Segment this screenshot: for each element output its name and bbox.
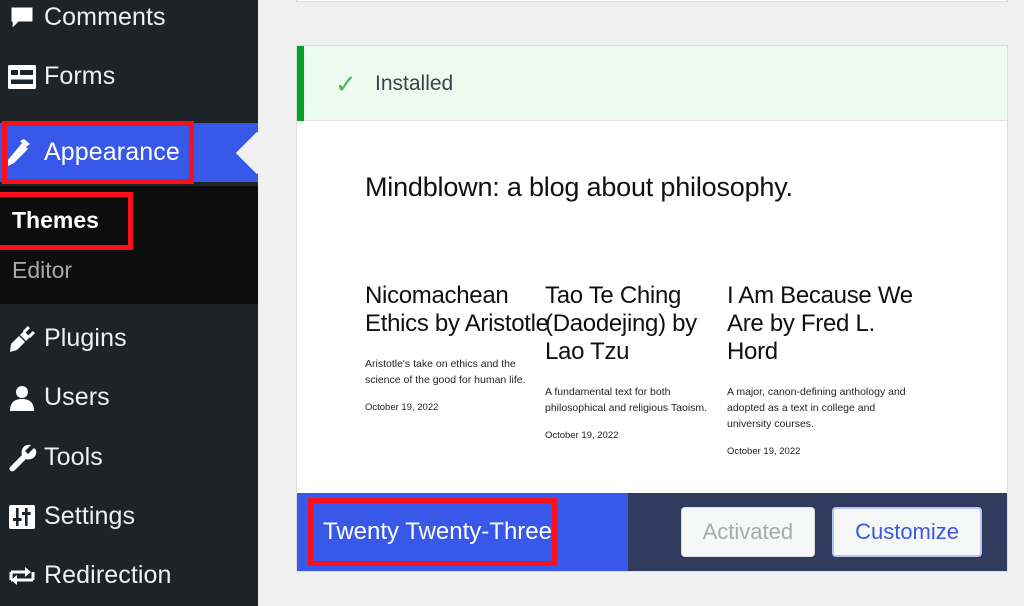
sidebar-item-label: Redirection [44, 561, 172, 589]
activated-button[interactable]: Activated [680, 507, 816, 557]
theme-actions-zone: Activated Customize [628, 493, 1007, 571]
sidebar-item-label: Settings [44, 502, 136, 530]
sidebar-item-label: Tools [44, 443, 103, 471]
screen-root: Comments Forms Appearance Themes Editor … [0, 0, 1024, 606]
preview-post-title: Nicomachean Ethics by Aristotle [365, 282, 549, 337]
preview-post-date: October 19, 2022 [727, 446, 801, 457]
submenu-item-editor[interactable]: Editor [0, 246, 258, 294]
sidebar-item-label: Plugins [44, 324, 127, 352]
submenu-item-label: Themes [12, 206, 99, 233]
sidebar-item-redirection[interactable]: Redirection [0, 546, 258, 605]
paintbrush-icon [0, 136, 44, 170]
redirect-icon [0, 559, 44, 593]
preview-post-title: Tao Te Ching (Daodejing) by Lao Tzu [545, 282, 697, 365]
notice-label: Installed [375, 72, 454, 95]
sidebar-item-tools[interactable]: Tools [0, 428, 258, 487]
preview-post-card: Nicomachean Ethics by Aristotle Aristotl… [365, 282, 550, 413]
customize-button[interactable]: Customize [832, 507, 982, 557]
wrench-icon [0, 441, 44, 475]
main-content: ✓ Installed Mindblown: a blog about phil… [258, 0, 1024, 606]
sidebar-item-settings[interactable]: Settings [0, 487, 258, 546]
submenu-item-label: Editor [12, 256, 73, 283]
forms-icon [0, 60, 44, 94]
preview-post-excerpt: Aristotle's take on ethics and the scien… [365, 358, 526, 386]
preview-post-card: Tao Te Ching (Daodejing) by Lao Tzu A fu… [545, 282, 725, 441]
sidebar-item-forms[interactable]: Forms [0, 47, 258, 106]
admin-sidebar: Comments Forms Appearance Themes Editor … [0, 0, 258, 606]
comments-icon [0, 1, 44, 35]
theme-name-zone[interactable]: Twenty Twenty-Three [297, 493, 628, 571]
sliders-icon [0, 500, 44, 534]
preview-post-card: I Am Because We Are by Fred L. Hord A ma… [727, 282, 917, 457]
user-icon [0, 381, 44, 415]
preview-post-date: October 19, 2022 [545, 430, 619, 441]
preview-post-title: I Am Because We Are by Fred L. Hord [727, 282, 913, 365]
notice-accent-bar [297, 46, 304, 121]
submenu-item-themes[interactable]: Themes [0, 196, 258, 244]
theme-footer-bar: Twenty Twenty-Three Activated Customize [297, 493, 1007, 571]
appearance-submenu: Themes Editor [0, 186, 258, 304]
theme-screenshot-preview: Mindblown: a blog about philosophy. Nico… [297, 122, 1007, 497]
check-icon: ✓ [335, 69, 357, 99]
sidebar-item-label: Comments [44, 3, 166, 31]
current-menu-arrow-icon [234, 123, 258, 182]
sidebar-item-users[interactable]: Users [0, 368, 258, 427]
preview-post-date: October 19, 2022 [365, 402, 439, 413]
sidebar-item-label: Forms [44, 62, 116, 90]
theme-card[interactable]: ✓ Installed Mindblown: a blog about phil… [296, 45, 1008, 572]
theme-name-label: Twenty Twenty-Three [323, 518, 552, 545]
installed-notice: ✓ Installed [297, 46, 1007, 121]
sidebar-item-comments[interactable]: Comments [0, 0, 258, 47]
preview-post-excerpt: A major, canon-defining anthology and ad… [727, 386, 906, 430]
sidebar-item-plugins[interactable]: Plugins [0, 309, 258, 368]
sidebar-item-appearance[interactable]: Appearance [0, 123, 258, 182]
preview-blog-title: Mindblown: a blog about philosophy. [365, 172, 793, 202]
sidebar-item-label: Users [44, 383, 110, 411]
preview-post-excerpt: A fundamental text for both philosophica… [545, 386, 708, 414]
previous-card-sliver [296, 0, 1008, 2]
sidebar-item-label: Appearance [44, 138, 180, 166]
plug-icon [0, 322, 44, 356]
